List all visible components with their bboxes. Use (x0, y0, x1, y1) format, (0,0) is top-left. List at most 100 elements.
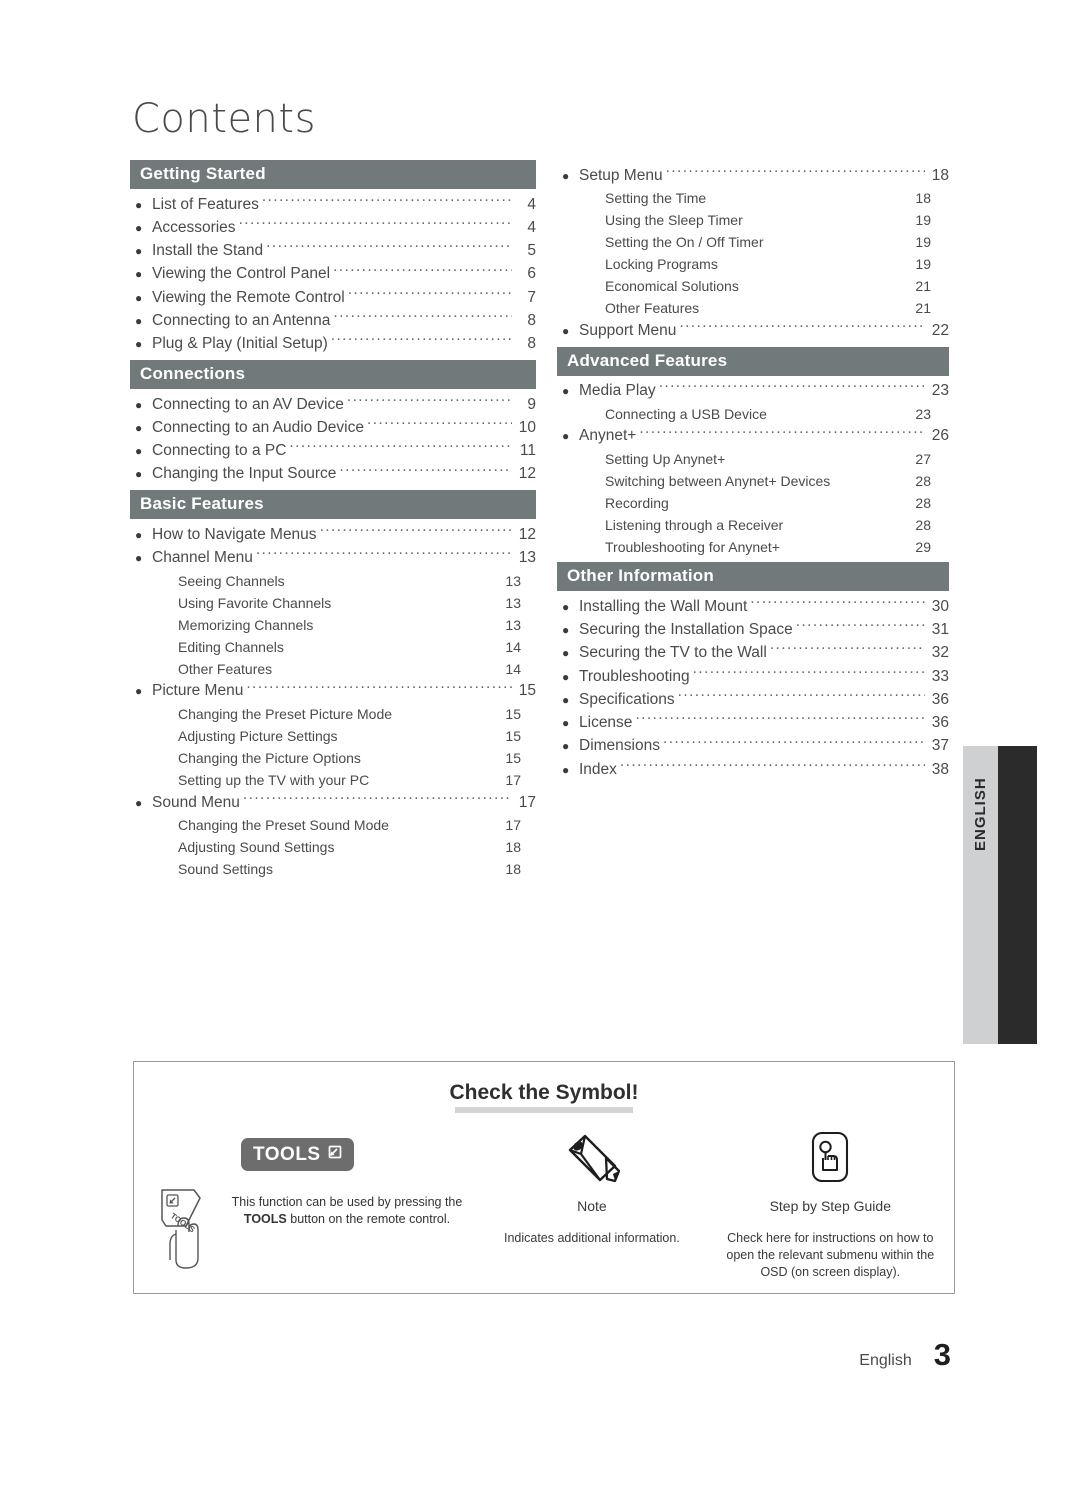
toc-entry-main[interactable]: ● Specifications 36 (557, 688, 949, 711)
dot-leader (659, 380, 925, 396)
bullet-icon: ● (135, 420, 143, 435)
bullet-icon: ● (562, 622, 570, 637)
side-tab-dark-band (998, 746, 1037, 1044)
toc-entry-sub[interactable]: Changing the Preset Sound Mode 17 (130, 814, 536, 836)
toc-entry-label: Setting the On / Off Timer (605, 234, 764, 251)
bullet-icon: ● (135, 220, 143, 235)
toc-entry-label: Changing the Picture Options (178, 750, 361, 767)
toc-entry-sub[interactable]: Sound Settings 18 (130, 858, 536, 880)
toc-entry-main[interactable]: ● Anynet+ 26 (557, 425, 949, 448)
toc-entry-page: 15 (505, 750, 521, 767)
toc-entry-label: Viewing the Remote Control (152, 288, 345, 306)
toc-entry-page: 36 (931, 690, 949, 708)
toc-entry-main[interactable]: ● How to Navigate Menus 12 (130, 523, 536, 546)
toc-entry-sub[interactable]: Economical Solutions 21 (557, 275, 949, 297)
toc-entry-sub[interactable]: Setting up the TV with your PC 17 (130, 769, 536, 791)
symbol-item-note: Note Indicates additional information. (477, 1124, 706, 1281)
toc-column-right: ● Setup Menu 18 Setting the Time 18 Using the… (557, 160, 949, 786)
bullet-icon: ● (562, 323, 570, 338)
toc-entry-sub[interactable]: Setting the On / Off Timer 19 (557, 231, 949, 253)
toc-entry-page: 17 (518, 793, 536, 811)
toc-entry-label: Other Features (605, 300, 700, 317)
bullet-icon: ● (135, 337, 143, 352)
toc-entry-sub[interactable]: Other Features 14 (130, 658, 536, 680)
bullet-icon: ● (135, 684, 143, 699)
toc-entry-sub[interactable]: Memorizing Channels 13 (130, 614, 536, 636)
bullet-icon: ● (135, 313, 143, 328)
toc-entry-label: License (579, 714, 633, 732)
toc-entry-label: Changing the Preset Sound Mode (178, 817, 389, 834)
toc-entry-label: Plug & Play (Initial Setup) (152, 335, 328, 353)
dot-leader (639, 425, 925, 441)
toc-entry-sub[interactable]: Recording 28 (557, 492, 949, 514)
dot-leader (620, 758, 925, 774)
pencil-icon (477, 1124, 706, 1192)
dot-leader (663, 735, 925, 751)
toc-entry-page: 12 (518, 465, 536, 483)
toc-entry-main[interactable]: ● Install the Stand 5 (130, 240, 536, 263)
toc-entry-sub[interactable]: Using the Sleep Timer 19 (557, 209, 949, 231)
toc-entry-sub[interactable]: Using Favorite Channels 13 (130, 592, 536, 614)
toc-entry-sub[interactable]: Setting Up Anynet+ 27 (557, 448, 949, 470)
toc-entry-main[interactable]: ● Installing the Wall Mount 30 (557, 595, 949, 618)
toc-entry-page: 33 (931, 667, 949, 685)
toc-entry-page: 17 (505, 772, 521, 789)
toc-entry-main[interactable]: ● Plug & Play (Initial Setup) 8 (130, 333, 536, 356)
toc-entry-sub[interactable]: Connecting a USB Device 23 (557, 403, 949, 425)
symbol-box-title-wrap: Check the Symbol! (134, 1081, 954, 1113)
toc-entry-sub[interactable]: Changing the Picture Options 15 (130, 747, 536, 769)
toc-entry-page: 21 (915, 300, 931, 317)
toc-entry-sub[interactable]: Editing Channels 14 (130, 636, 536, 658)
toc-entry-main[interactable]: ● Connecting to an Antenna 8 (130, 309, 536, 332)
toc-section-header: Other Information (557, 562, 949, 592)
toc-entry-page: 18 (915, 190, 931, 207)
toc-entry-main[interactable]: ● Dimensions 37 (557, 735, 949, 758)
toc-entry-sub[interactable]: Other Features 21 (557, 297, 949, 319)
toc-entry-main[interactable]: ● Connecting to an AV Device 9 (130, 393, 536, 416)
toc-entry-main[interactable]: ● List of Features 4 (130, 193, 536, 216)
toc-entry-main[interactable]: ● Media Play 23 (557, 380, 949, 403)
toc-entry-sub[interactable]: Seeing Channels 13 (130, 570, 536, 592)
toc-entry-main[interactable]: ● Securing the TV to the Wall 32 (557, 642, 949, 665)
toc-entry-sub[interactable]: Adjusting Sound Settings 18 (130, 836, 536, 858)
toc-entry-main[interactable]: ● Picture Menu 15 (130, 680, 536, 703)
toc-entry-label: Securing the Installation Space (579, 620, 793, 638)
toc-entry-main[interactable]: ● Support Menu 22 (557, 319, 949, 342)
toc-entry-sub[interactable]: Adjusting Picture Settings 15 (130, 725, 536, 747)
toc-entry-list: ● Installing the Wall Mount 30 ● Securing th… (557, 591, 949, 781)
toc-entry-main[interactable]: ● Troubleshooting 33 (557, 665, 949, 688)
toc-entry-label: Changing the Preset Picture Mode (178, 706, 393, 723)
toc-entry-sub[interactable]: Locking Programs 19 (557, 253, 949, 275)
toc-entry-main[interactable]: ● Connecting to an Audio Device 10 (130, 416, 536, 439)
dot-leader (320, 523, 512, 539)
toc-entry-label: Sound Settings (178, 861, 273, 878)
toc-entry-main[interactable]: ● Channel Menu 13 (130, 547, 536, 570)
toc-entry-sub[interactable]: Listening through a Receiver 28 (557, 514, 949, 536)
toc-entry-main[interactable]: ● Changing the Input Source 12 (130, 463, 536, 486)
toc-entry-sub[interactable]: Troubleshooting for Anynet+ 29 (557, 536, 949, 558)
toc-entry-page: 29 (915, 539, 931, 556)
symbol-item-tools: TOOLS TOOLS This function can be used by… (134, 1124, 477, 1281)
bullet-icon: ● (562, 599, 570, 614)
toc-entry-main[interactable]: ● Setup Menu 18 (557, 164, 949, 187)
toc-section-header: Getting Started (130, 160, 536, 189)
toc-entry-main[interactable]: ● License 36 (557, 712, 949, 735)
toc-entry-sub[interactable]: Changing the Preset Picture Mode 15 (130, 703, 536, 725)
toc-entry-label: Viewing the Control Panel (152, 265, 331, 283)
toc-entry-main[interactable]: ● Viewing the Control Panel 6 (130, 263, 536, 286)
toc-entry-sub[interactable]: Switching between Anynet+ Devices 28 (557, 470, 949, 492)
toc-entry-main[interactable]: ● Securing the Installation Space 31 (557, 618, 949, 641)
toc-entry-page: 19 (915, 234, 931, 251)
toc-entry-page: 15 (518, 682, 536, 700)
dot-leader (367, 416, 512, 432)
toc-entry-main[interactable]: ● Viewing the Remote Control 7 (130, 286, 536, 309)
toc-entry-main[interactable]: ● Accessories 4 (130, 216, 536, 239)
toc-entry-label: Setting the Time (605, 190, 707, 207)
toc-entry-page: 15 (505, 728, 521, 745)
toc-entry-label: Picture Menu (152, 682, 244, 700)
toc-entry-main[interactable]: ● Index 38 (557, 758, 949, 781)
toc-entry-main[interactable]: ● Sound Menu 17 (130, 791, 536, 814)
toc-entry-page: 38 (931, 760, 949, 778)
toc-entry-sub[interactable]: Setting the Time 18 (557, 187, 949, 209)
toc-entry-main[interactable]: ● Connecting to a PC 11 (130, 440, 536, 463)
